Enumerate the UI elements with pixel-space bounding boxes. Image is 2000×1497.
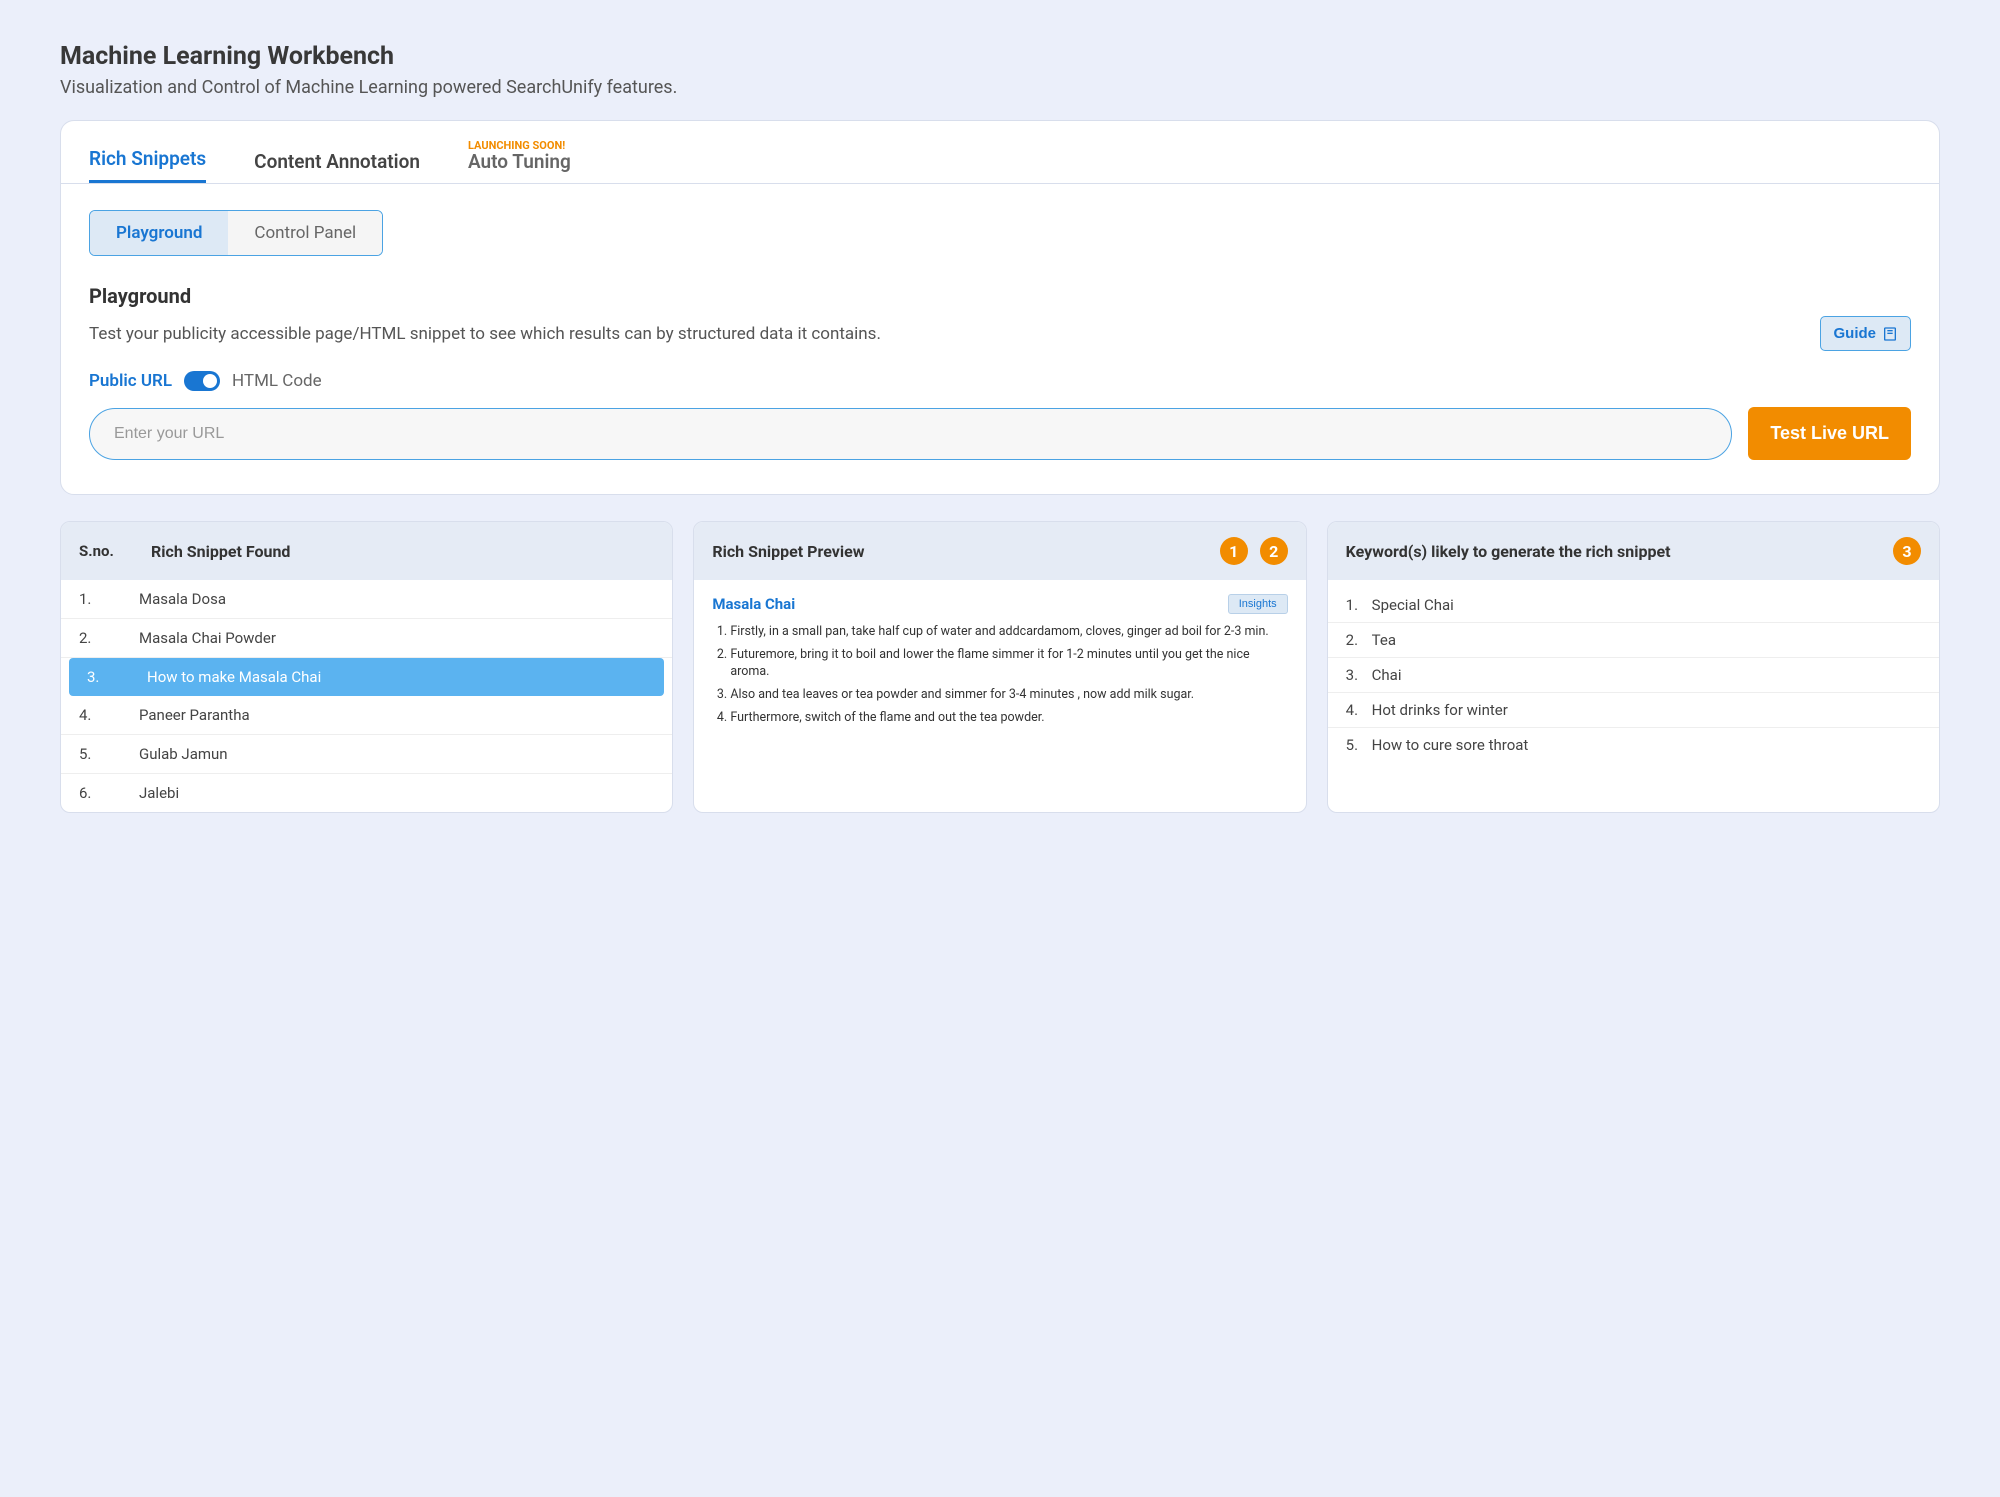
keyword-row: 4.Hot drinks for winter	[1328, 693, 1939, 728]
input-mode-toggle[interactable]	[184, 371, 220, 391]
snippet-list: 1.Masala Dosa2.Masala Chai Powder3.How t…	[61, 580, 672, 812]
snippet-row-label: Gulab Jamun	[139, 745, 228, 763]
section-title: Playground	[89, 284, 1911, 308]
subtab-playground[interactable]: Playground	[90, 211, 228, 255]
subtabs: Playground Control Panel	[89, 210, 383, 256]
snippet-row-label: Masala Chai Powder	[139, 629, 276, 647]
snippet-found-card: S.no. Rich Snippet Found 1.Masala Dosa2.…	[60, 521, 673, 813]
section-description: Test your publicity accessible page/HTML…	[89, 324, 881, 344]
keyword-row: 5.How to cure sore throat	[1328, 728, 1939, 762]
input-mode-toggle-row: Public URL HTML Code	[89, 371, 1911, 391]
keyword-row-index: 2.	[1346, 631, 1372, 649]
col-header-snippet-found: Rich Snippet Found	[151, 542, 654, 561]
snippet-row-index: 4.	[79, 706, 139, 724]
guide-button-label: Guide	[1833, 325, 1876, 342]
tab-content-annotation[interactable]: Content Annotation	[254, 150, 420, 183]
snippet-preview-header: Rich Snippet Preview	[712, 542, 1207, 561]
snippet-row-index: 6.	[79, 784, 139, 802]
snippet-row[interactable]: 3.How to make Masala Chai	[69, 658, 664, 696]
preview-step: Firstly, in a small pan, take half cup o…	[730, 624, 1287, 641]
guide-button[interactable]: Guide	[1820, 316, 1911, 351]
keywords-badge: 3	[1893, 537, 1921, 565]
snippet-row-index: 3.	[87, 668, 147, 686]
snippet-preview-card: Rich Snippet Preview 1 2 Masala Chai Ins…	[693, 521, 1306, 813]
snippet-row[interactable]: 5.Gulab Jamun	[61, 735, 672, 774]
toggle-label-public-url[interactable]: Public URL	[89, 371, 172, 391]
insights-button[interactable]: Insights	[1228, 594, 1288, 614]
snippet-row-label: How to make Masala Chai	[147, 668, 321, 686]
keyword-row-label: How to cure sore throat	[1372, 736, 1529, 754]
card-body: Playground Control Panel Playground Test…	[61, 184, 1939, 494]
results-row: S.no. Rich Snippet Found 1.Masala Dosa2.…	[60, 521, 1940, 813]
snippet-row-label: Masala Dosa	[139, 590, 226, 608]
preview-step: Furthermore, switch of the flame and out…	[730, 710, 1287, 727]
snippet-row-index: 1.	[79, 590, 139, 608]
keyword-list: 1.Special Chai2.Tea3.Chai4.Hot drinks fo…	[1328, 580, 1939, 770]
snippet-row-label: Paneer Parantha	[139, 706, 250, 724]
preview-title: Masala Chai	[712, 595, 795, 613]
keyword-row-index: 5.	[1346, 736, 1372, 754]
test-live-url-button[interactable]: Test Live URL	[1748, 407, 1911, 460]
page-title: Machine Learning Workbench	[60, 42, 1940, 71]
keyword-row-label: Tea	[1372, 631, 1396, 649]
col-header-sno: S.no.	[79, 542, 139, 560]
preview-step: Also and tea leaves or tea powder and si…	[730, 687, 1287, 704]
keywords-header: Keyword(s) likely to generate the rich s…	[1346, 542, 1881, 561]
book-icon	[1882, 326, 1898, 342]
preview-step: Futuremore, bring it to boil and lower t…	[730, 647, 1287, 681]
keyword-row: 3.Chai	[1328, 658, 1939, 693]
toggle-label-html-code[interactable]: HTML Code	[232, 371, 322, 391]
tabs: Rich Snippets Content Annotation LAUNCHI…	[61, 121, 1939, 184]
preview-badge-1: 1	[1220, 537, 1248, 565]
keyword-row: 2.Tea	[1328, 623, 1939, 658]
snippet-row[interactable]: 6.Jalebi	[61, 774, 672, 812]
snippet-row[interactable]: 1.Masala Dosa	[61, 580, 672, 619]
keyword-row-label: Special Chai	[1372, 596, 1454, 614]
snippet-row-index: 5.	[79, 745, 139, 763]
url-row: Test Live URL	[89, 407, 1911, 460]
preview-steps: Firstly, in a small pan, take half cup o…	[712, 624, 1287, 726]
main-card: Rich Snippets Content Annotation LAUNCHI…	[60, 120, 1940, 495]
keyword-row-index: 3.	[1346, 666, 1372, 684]
keyword-row-label: Hot drinks for winter	[1372, 701, 1508, 719]
tab-auto-tuning-label: Auto Tuning	[468, 150, 571, 173]
keyword-row-label: Chai	[1372, 666, 1402, 684]
page-subtitle: Visualization and Control of Machine Lea…	[60, 77, 1940, 98]
url-input[interactable]	[89, 408, 1732, 460]
snippet-row-index: 2.	[79, 629, 139, 647]
tab-rich-snippets[interactable]: Rich Snippets	[89, 147, 206, 183]
subtab-control-panel[interactable]: Control Panel	[228, 211, 382, 255]
keyword-row-index: 4.	[1346, 701, 1372, 719]
snippet-row[interactable]: 4.Paneer Parantha	[61, 696, 672, 735]
keyword-row-index: 1.	[1346, 596, 1372, 614]
keyword-row: 1.Special Chai	[1328, 588, 1939, 623]
preview-badge-2: 2	[1260, 537, 1288, 565]
tab-auto-tuning[interactable]: LAUNCHING SOON! Auto Tuning	[468, 139, 571, 183]
keywords-card: Keyword(s) likely to generate the rich s…	[1327, 521, 1940, 813]
snippet-row-label: Jalebi	[139, 784, 179, 802]
snippet-row[interactable]: 2.Masala Chai Powder	[61, 619, 672, 658]
